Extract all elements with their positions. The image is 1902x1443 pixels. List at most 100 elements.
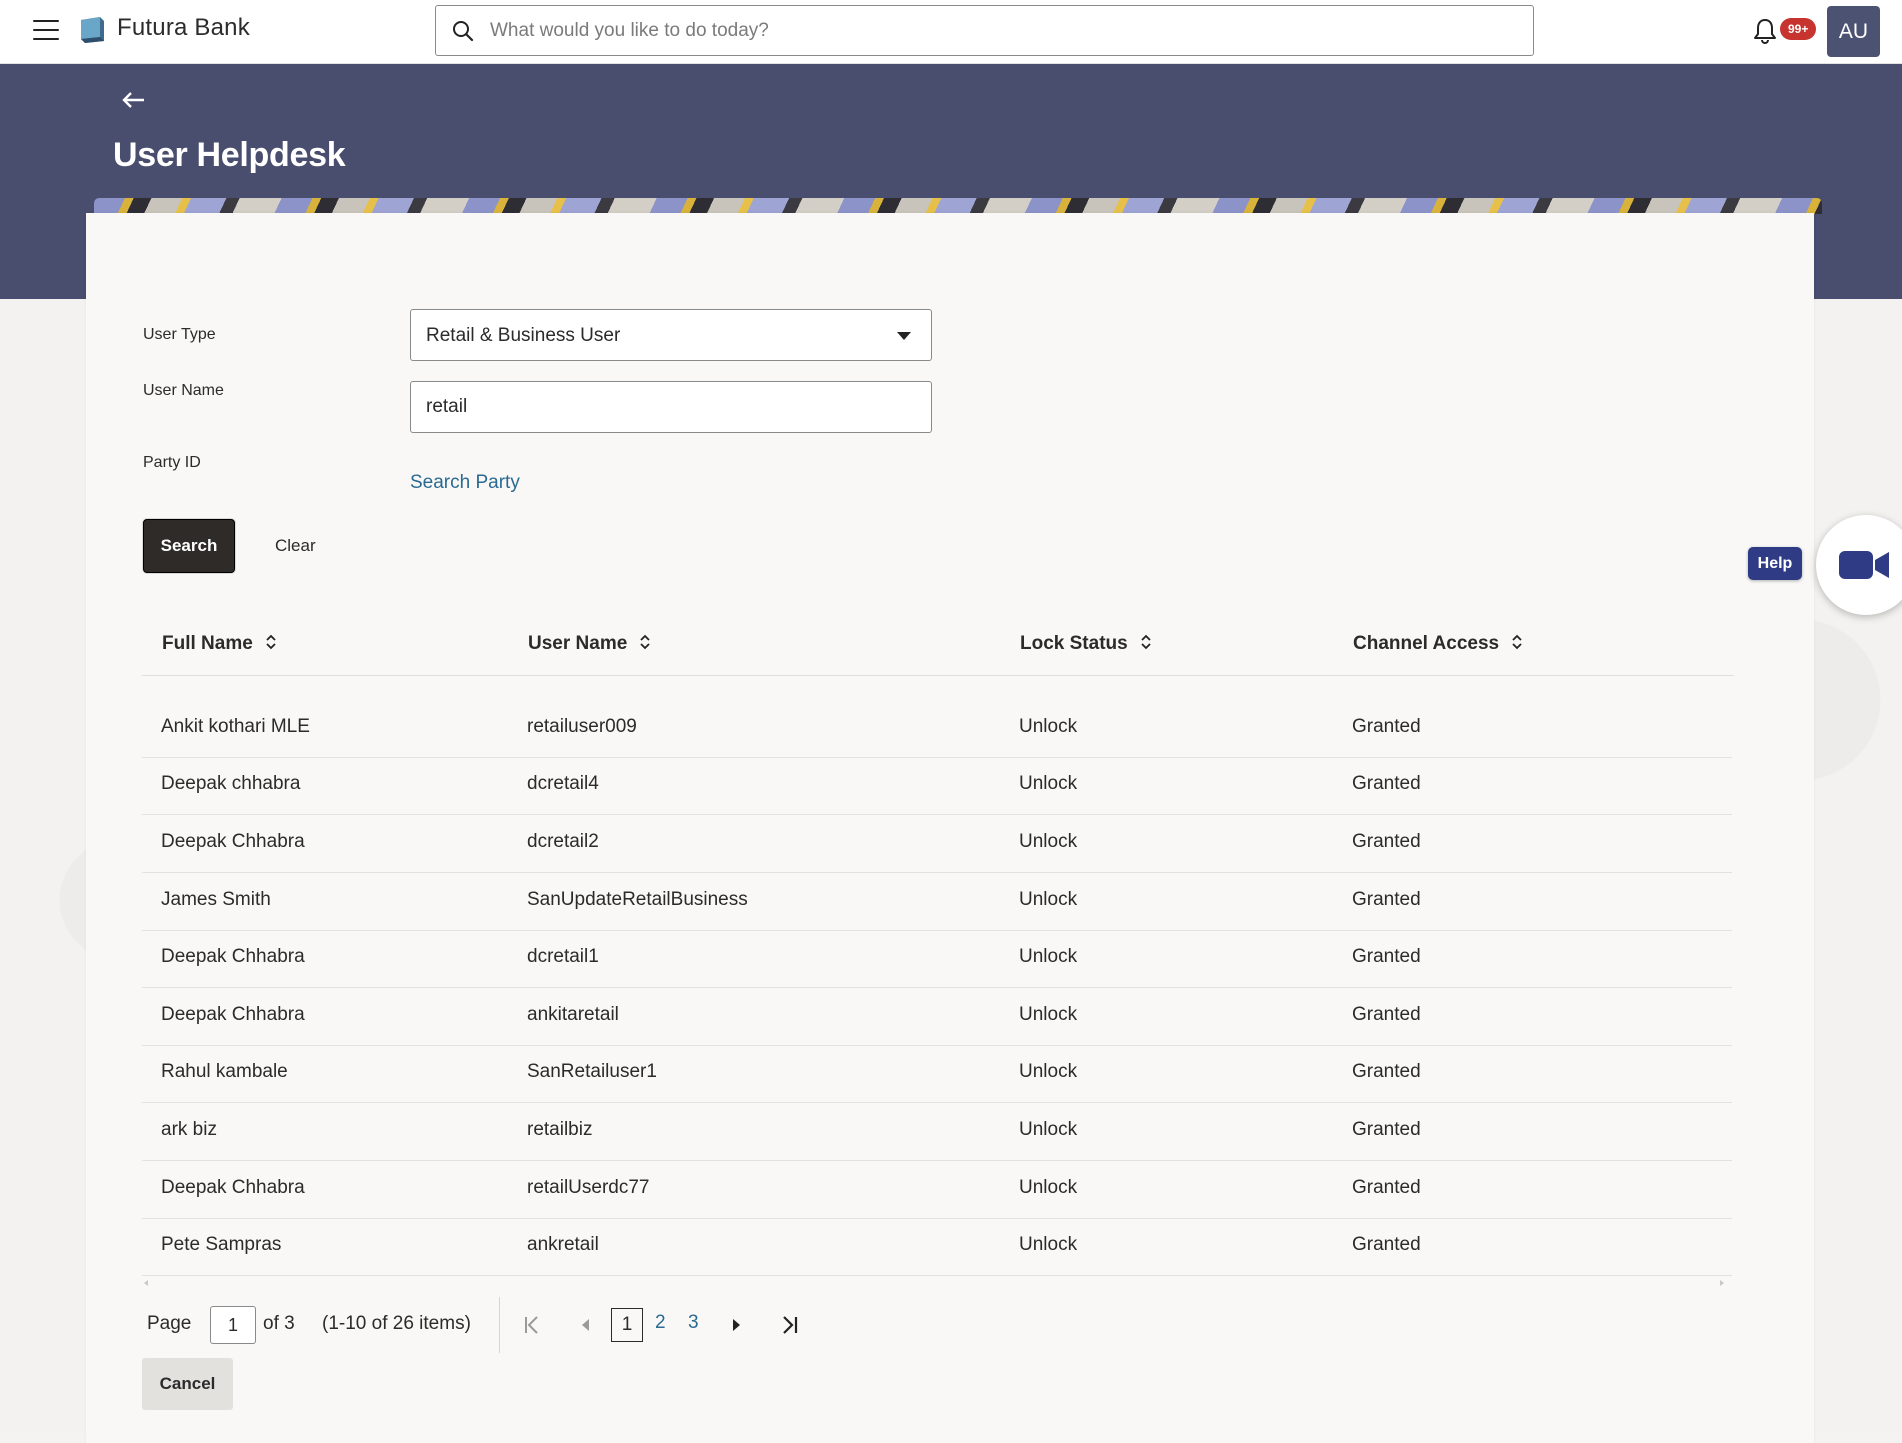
video-camera-icon <box>1839 551 1889 579</box>
user-type-selected-value: Retail & Business User <box>426 325 621 346</box>
table-row: Deepak chhabra dcretail4 Unlock Granted <box>142 757 1732 815</box>
column-header-full-name[interactable]: Full Name <box>162 633 277 655</box>
cell-lock-status: Unlock <box>1019 1177 1078 1198</box>
pagination-items-summary: (1-10 of 26 items) <box>322 1313 471 1334</box>
cell-lock-status: Unlock <box>1019 1004 1078 1025</box>
cell-channel-access: Granted <box>1352 1004 1421 1025</box>
top-bar: Futura Bank 99+ AU <box>0 0 1902 64</box>
cell-user-name-link[interactable]: dcretail2 <box>527 831 599 853</box>
cell-channel-access: Granted <box>1352 773 1421 794</box>
cell-full-name: Deepak chhabra <box>161 773 301 794</box>
cell-lock-status: Unlock <box>1019 946 1078 967</box>
sort-icon <box>640 634 650 650</box>
cell-full-name: James Smith <box>161 889 271 910</box>
party-id-label: Party ID <box>143 454 201 471</box>
sort-icon <box>1512 634 1522 650</box>
cell-channel-access: Granted <box>1352 946 1421 967</box>
help-button[interactable]: Help <box>1748 547 1802 580</box>
table-row: ark biz retailbiz Unlock Granted <box>142 1103 1732 1161</box>
back-arrow-icon[interactable] <box>120 90 148 110</box>
pagination-page-3[interactable]: 3 <box>688 1312 699 1334</box>
cell-channel-access: Granted <box>1352 831 1421 852</box>
cell-user-name-link[interactable]: retailbiz <box>527 1119 592 1141</box>
global-search[interactable] <box>435 5 1534 56</box>
cell-user-name-link[interactable]: ankretail <box>527 1234 599 1256</box>
sort-icon <box>1141 634 1151 650</box>
cell-lock-status: Unlock <box>1019 1061 1078 1082</box>
cell-channel-access: Granted <box>1352 716 1421 737</box>
cell-channel-access: Granted <box>1352 1061 1421 1082</box>
cancel-button[interactable]: Cancel <box>142 1358 233 1410</box>
search-icon <box>453 21 474 42</box>
brand-name: Futura Bank <box>117 14 250 41</box>
table-row: Deepak Chhabra ankitaretail Unlock Grant… <box>142 988 1732 1046</box>
pagination-page-input[interactable] <box>210 1306 256 1344</box>
chevron-down-icon <box>897 332 911 340</box>
column-header-lock-status[interactable]: Lock Status <box>1020 633 1152 655</box>
cell-full-name: Ankit kothari MLE <box>161 716 310 737</box>
cell-full-name: ark biz <box>161 1119 217 1140</box>
pagination-page-2[interactable]: 2 <box>655 1312 666 1334</box>
column-header-label: Channel Access <box>1353 633 1500 654</box>
menu-icon[interactable] <box>33 20 59 40</box>
decorative-pattern-strip <box>94 198 1822 214</box>
column-header-user-name[interactable]: User Name <box>528 633 651 655</box>
column-header-label: Full Name <box>162 633 253 654</box>
first-page-icon[interactable] <box>521 1314 543 1336</box>
cell-user-name-link[interactable]: ankitaretail <box>527 1004 619 1026</box>
table-row: Deepak Chhabra retailUserdc77 Unlock Gra… <box>142 1161 1732 1219</box>
cell-user-name-link[interactable]: retailuser009 <box>527 716 637 738</box>
cell-user-name-link[interactable]: SanRetailuser1 <box>527 1061 657 1083</box>
cell-user-name-link[interactable]: dcretail4 <box>527 773 599 795</box>
user-type-select[interactable]: Retail & Business User <box>410 309 932 361</box>
pagination-page-label: Page <box>147 1313 192 1334</box>
table-header-divider <box>142 675 1734 676</box>
user-type-label: User Type <box>143 326 216 343</box>
user-avatar[interactable]: AU <box>1827 6 1880 57</box>
table-row: Ankit kothari MLE retailuser009 Unlock G… <box>142 700 1732 758</box>
table-row: Rahul kambale SanRetailuser1 Unlock Gran… <box>142 1045 1732 1103</box>
cell-full-name: Deepak Chhabra <box>161 1177 305 1198</box>
table-row: Pete Sampras ankretail Unlock Granted <box>142 1218 1732 1276</box>
search-button[interactable]: Search <box>143 519 235 573</box>
cell-user-name-link[interactable]: dcretail1 <box>527 946 599 968</box>
last-page-icon[interactable] <box>778 1314 800 1336</box>
column-header-channel-access[interactable]: Channel Access <box>1353 633 1523 655</box>
cell-channel-access: Granted <box>1352 889 1421 910</box>
user-name-label: User Name <box>143 382 224 399</box>
cell-lock-status: Unlock <box>1019 773 1078 794</box>
previous-page-icon[interactable] <box>575 1314 597 1336</box>
bank-logo-icon <box>81 17 104 43</box>
column-header-label: User Name <box>528 633 628 654</box>
search-party-link[interactable]: Search Party <box>410 472 520 494</box>
pagination-page-1[interactable]: 1 <box>611 1308 643 1342</box>
cell-full-name: Deepak Chhabra <box>161 946 305 967</box>
user-name-input[interactable] <box>410 381 932 433</box>
pagination-divider <box>499 1297 500 1353</box>
cell-user-name-link[interactable]: SanUpdateRetailBusiness <box>527 889 748 911</box>
column-header-label: Lock Status <box>1020 633 1128 654</box>
clear-button[interactable]: Clear <box>275 536 316 556</box>
cell-lock-status: Unlock <box>1019 889 1078 910</box>
cell-full-name: Deepak Chhabra <box>161 1004 305 1025</box>
cell-lock-status: Unlock <box>1019 1119 1078 1140</box>
cell-full-name: Rahul kambale <box>161 1061 288 1082</box>
cell-channel-access: Granted <box>1352 1177 1421 1198</box>
notification-badge: 99+ <box>1780 18 1817 40</box>
cell-lock-status: Unlock <box>1019 716 1078 737</box>
cell-full-name: Pete Sampras <box>161 1234 282 1255</box>
table-row: James Smith SanUpdateRetailBusiness Unlo… <box>142 873 1732 931</box>
notification-bell-icon[interactable] <box>1752 17 1778 45</box>
global-search-input[interactable] <box>488 14 1512 48</box>
horizontal-scrollbar[interactable] <box>142 1280 1726 1286</box>
cell-lock-status: Unlock <box>1019 1234 1078 1255</box>
cell-channel-access: Granted <box>1352 1234 1421 1255</box>
table-row: Deepak Chhabra dcretail1 Unlock Granted <box>142 930 1732 988</box>
cell-full-name: Deepak Chhabra <box>161 831 305 852</box>
cell-channel-access: Granted <box>1352 1119 1421 1140</box>
cell-lock-status: Unlock <box>1019 831 1078 852</box>
table-row: Deepak Chhabra dcretail2 Unlock Granted <box>142 815 1732 873</box>
pagination-of-label: of 3 <box>263 1313 295 1334</box>
next-page-icon[interactable] <box>725 1314 747 1336</box>
cell-user-name-link[interactable]: retailUserdc77 <box>527 1177 650 1199</box>
